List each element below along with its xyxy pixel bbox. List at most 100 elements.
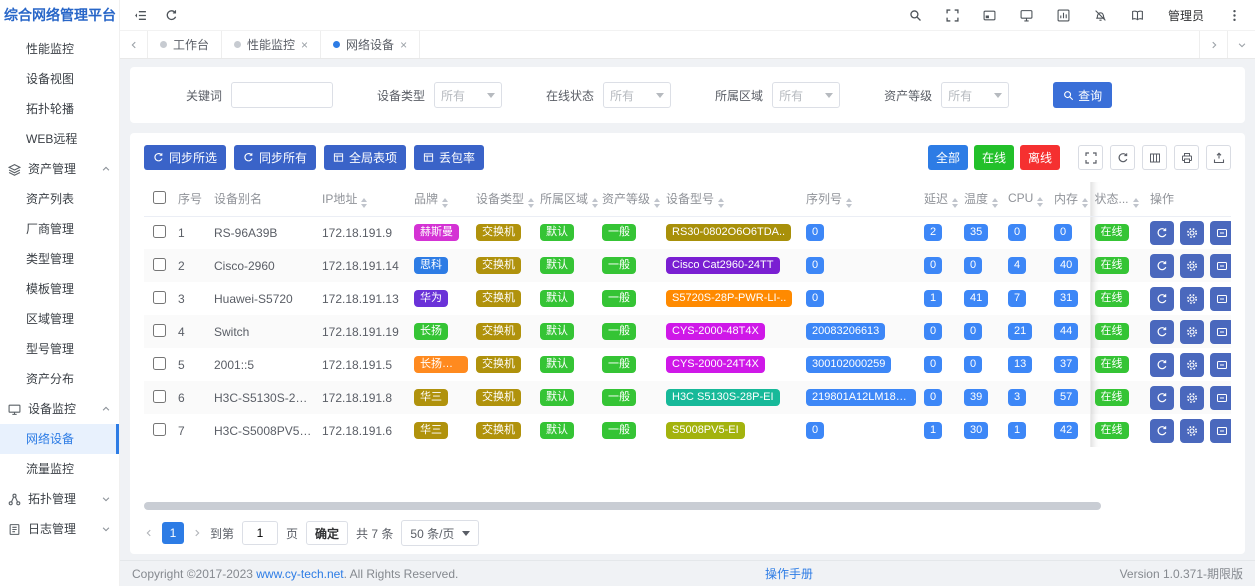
sort-icon[interactable] bbox=[952, 198, 958, 208]
sidebar-item[interactable]: 设备视图 bbox=[0, 64, 119, 94]
column-header-delay[interactable]: 延迟 bbox=[920, 182, 960, 216]
column-header-cpu[interactable]: CPU bbox=[1004, 182, 1050, 216]
column-header-model[interactable]: 设备型号 bbox=[662, 182, 802, 216]
sync-selected-button[interactable]: 同步所选 bbox=[144, 145, 226, 170]
sidebar-item[interactable]: 网络设备 bbox=[0, 424, 119, 454]
scrollbar-thumb[interactable] bbox=[144, 502, 1101, 510]
asset-level-select[interactable]: 所有 bbox=[941, 82, 1009, 108]
next-page-icon[interactable] bbox=[192, 528, 202, 538]
filter-offline-button[interactable]: 离线 bbox=[1020, 145, 1060, 170]
manual-link[interactable]: 操作手册 bbox=[765, 565, 813, 582]
column-header-region[interactable]: 所属区域 bbox=[536, 182, 598, 216]
device-settings-button[interactable] bbox=[1180, 353, 1204, 377]
device-settings-button[interactable] bbox=[1180, 320, 1204, 344]
device-screen-button[interactable] bbox=[1210, 221, 1231, 245]
query-button[interactable]: 查询 bbox=[1053, 82, 1112, 108]
page-size-select[interactable]: 50 条/页 bbox=[401, 520, 479, 546]
screenshot-icon[interactable] bbox=[983, 9, 996, 22]
close-icon[interactable]: × bbox=[400, 39, 407, 51]
filter-online-button[interactable]: 在线 bbox=[974, 145, 1014, 170]
tab-workbench[interactable]: 工作台 bbox=[148, 31, 222, 58]
row-checkbox[interactable] bbox=[153, 357, 166, 370]
row-checkbox[interactable] bbox=[153, 390, 166, 403]
device-screen-button[interactable] bbox=[1210, 386, 1231, 410]
sort-icon[interactable] bbox=[992, 198, 998, 208]
column-header-brand[interactable]: 品牌 bbox=[410, 182, 472, 216]
refresh-icon[interactable] bbox=[165, 9, 178, 22]
region-select[interactable]: 所有 bbox=[772, 82, 840, 108]
sidebar-item[interactable]: 模板管理 bbox=[0, 274, 119, 304]
packet-loss-button[interactable]: 丢包率 bbox=[414, 145, 484, 170]
sync-device-button[interactable] bbox=[1150, 221, 1174, 245]
sync-device-button[interactable] bbox=[1150, 287, 1174, 311]
device-screen-button[interactable] bbox=[1210, 353, 1231, 377]
row-checkbox[interactable] bbox=[153, 258, 166, 271]
sidebar-item[interactable]: WEB远程 bbox=[0, 124, 119, 154]
sort-icon[interactable] bbox=[1037, 197, 1043, 207]
sort-icon[interactable] bbox=[1082, 198, 1088, 208]
sidebar-item[interactable]: 性能监控 bbox=[0, 34, 119, 64]
fullscreen-table-button[interactable] bbox=[1078, 145, 1103, 170]
sync-device-button[interactable] bbox=[1150, 254, 1174, 278]
sidebar-item[interactable]: 资产分布 bbox=[0, 364, 119, 394]
column-header-status[interactable]: 状态... bbox=[1090, 182, 1146, 216]
device-settings-button[interactable] bbox=[1180, 419, 1204, 443]
chart-icon[interactable] bbox=[1057, 9, 1070, 22]
device-settings-button[interactable] bbox=[1180, 254, 1204, 278]
close-icon[interactable]: × bbox=[301, 39, 308, 51]
select-all-checkbox[interactable] bbox=[153, 191, 166, 204]
display-icon[interactable] bbox=[1020, 9, 1033, 22]
column-header-ip[interactable]: IP地址 bbox=[318, 182, 410, 216]
goto-confirm-button[interactable]: 确定 bbox=[306, 521, 348, 545]
admin-menu[interactable]: 管理员 bbox=[1168, 7, 1204, 24]
sidebar-item[interactable]: 型号管理 bbox=[0, 334, 119, 364]
book-icon[interactable] bbox=[1131, 9, 1144, 22]
column-header-mem[interactable]: 内存 bbox=[1050, 182, 1090, 216]
row-checkbox[interactable] bbox=[153, 225, 166, 238]
prev-page-icon[interactable] bbox=[144, 528, 154, 538]
tabs-scroll-right-icon[interactable] bbox=[1199, 31, 1227, 58]
device-screen-button[interactable] bbox=[1210, 287, 1231, 311]
sync-device-button[interactable] bbox=[1150, 386, 1174, 410]
online-status-select[interactable]: 所有 bbox=[603, 82, 671, 108]
column-header-serial[interactable]: 序列号 bbox=[802, 182, 920, 216]
refresh-table-button[interactable] bbox=[1110, 145, 1135, 170]
sort-icon[interactable] bbox=[442, 198, 448, 208]
device-settings-button[interactable] bbox=[1180, 287, 1204, 311]
filter-all-button[interactable]: 全部 bbox=[928, 145, 968, 170]
sync-device-button[interactable] bbox=[1150, 419, 1174, 443]
tab-network-devices[interactable]: 网络设备 × bbox=[321, 31, 420, 58]
search-icon[interactable] bbox=[909, 9, 922, 22]
column-settings-button[interactable] bbox=[1142, 145, 1167, 170]
sort-icon[interactable] bbox=[592, 198, 598, 208]
tabs-scroll-left-icon[interactable] bbox=[120, 31, 148, 58]
goto-page-input[interactable] bbox=[242, 521, 278, 545]
sidebar-item[interactable]: 拓扑轮播 bbox=[0, 94, 119, 124]
device-screen-button[interactable] bbox=[1210, 254, 1231, 278]
row-checkbox[interactable] bbox=[153, 423, 166, 436]
page-number-button[interactable]: 1 bbox=[162, 522, 184, 544]
sort-icon[interactable] bbox=[528, 198, 534, 208]
device-screen-button[interactable] bbox=[1210, 320, 1231, 344]
horizontal-scrollbar[interactable] bbox=[144, 502, 1231, 510]
sidebar-group-topology[interactable]: 拓扑管理 bbox=[0, 484, 119, 514]
print-button[interactable] bbox=[1174, 145, 1199, 170]
column-header-type[interactable]: 设备类型 bbox=[472, 182, 536, 216]
fold-icon[interactable] bbox=[134, 9, 147, 22]
sidebar-group-log[interactable]: 日志管理 bbox=[0, 514, 119, 544]
export-button[interactable] bbox=[1206, 145, 1231, 170]
more-icon[interactable] bbox=[1228, 9, 1241, 22]
column-header-temp[interactable]: 温度 bbox=[960, 182, 1004, 216]
sort-icon[interactable] bbox=[654, 198, 660, 208]
device-type-select[interactable]: 所有 bbox=[434, 82, 502, 108]
company-link[interactable]: www.cy-tech.net bbox=[256, 567, 343, 581]
sort-icon[interactable] bbox=[361, 198, 367, 208]
sort-icon[interactable] bbox=[1133, 198, 1139, 208]
global-columns-button[interactable]: 全局表项 bbox=[324, 145, 406, 170]
tabs-menu-icon[interactable] bbox=[1227, 31, 1255, 58]
sidebar-item[interactable]: 流量监控 bbox=[0, 454, 119, 484]
sync-all-button[interactable]: 同步所有 bbox=[234, 145, 316, 170]
device-settings-button[interactable] bbox=[1180, 386, 1204, 410]
sidebar-item[interactable]: 类型管理 bbox=[0, 244, 119, 274]
row-checkbox[interactable] bbox=[153, 291, 166, 304]
